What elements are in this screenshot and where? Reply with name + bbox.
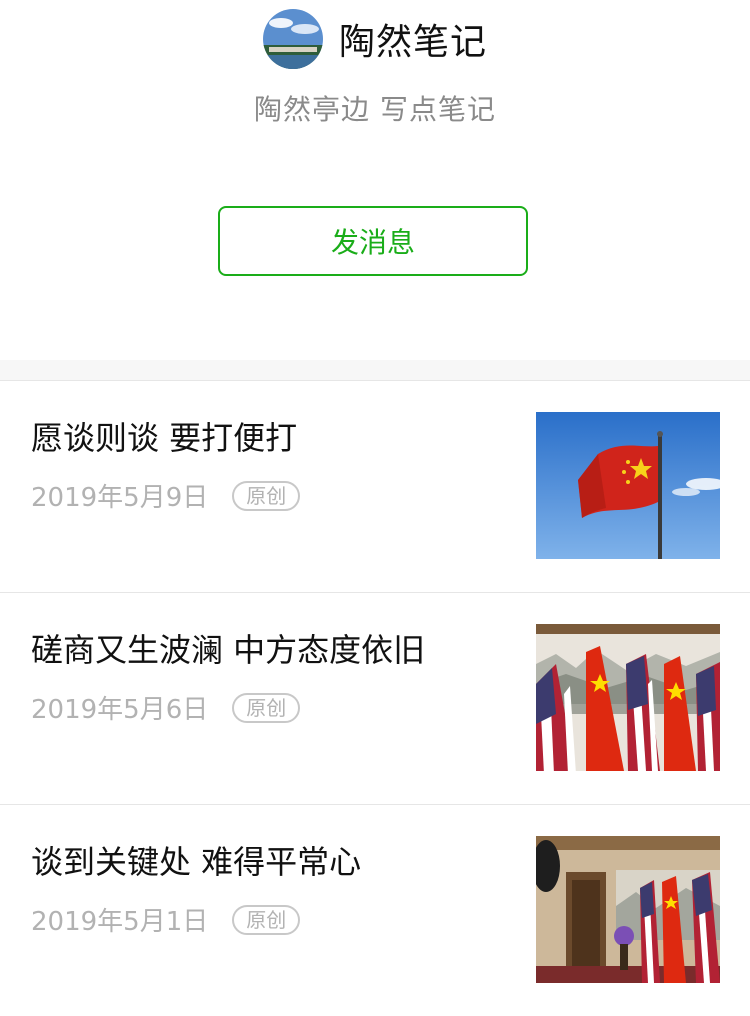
article-thumbnail[interactable] <box>536 836 720 983</box>
article-date: 2019年5月9日 <box>31 483 209 513</box>
article-title: 磋商又生波澜 中方态度依旧 <box>31 631 426 669</box>
article-meta: 2019年5月9日 原创 <box>31 477 301 514</box>
article-item[interactable]: 愿谈则谈 要打便打 2019年5月9日 原创 <box>0 381 750 593</box>
send-message-button[interactable]: 发消息 <box>218 206 528 276</box>
account-title-row: 陶然笔记 <box>0 8 750 70</box>
profile-header: 陶然笔记 陶然亭边 写点笔记 发消息 <box>0 0 750 360</box>
article-title: 谈到关键处 难得平常心 <box>31 843 362 881</box>
account-name: 陶然笔记 <box>338 22 487 63</box>
article-date: 2019年5月1日 <box>31 907 209 937</box>
article-thumbnail[interactable] <box>536 624 720 771</box>
avatar[interactable] <box>262 9 323 69</box>
avatar-image <box>262 9 323 69</box>
article-title: 愿谈则谈 要打便打 <box>31 419 298 457</box>
article-meta: 2019年5月1日 原创 <box>31 901 301 938</box>
original-badge: 原创 <box>232 692 301 723</box>
article-item[interactable]: 谈到关键处 难得平常心 2019年5月1日 原创 <box>0 805 750 1016</box>
article-item[interactable]: 磋商又生波澜 中方态度依旧 2019年5月6日 原创 <box>0 593 750 805</box>
meeting-room-flags-image <box>536 836 720 983</box>
article-thumbnail[interactable] <box>536 412 720 559</box>
section-divider <box>0 360 750 381</box>
flags-row-image <box>536 624 720 771</box>
original-badge: 原创 <box>232 480 301 511</box>
article-meta: 2019年5月6日 原创 <box>31 689 301 726</box>
account-description: 陶然亭边 写点笔记 <box>254 93 496 126</box>
article-date: 2019年5月6日 <box>31 695 209 725</box>
flag-on-pole-image <box>536 412 720 559</box>
article-list: 愿谈则谈 要打便打 2019年5月9日 原创 磋商又生波澜 中方态度依旧 201… <box>0 381 750 1016</box>
original-badge: 原创 <box>232 904 301 935</box>
